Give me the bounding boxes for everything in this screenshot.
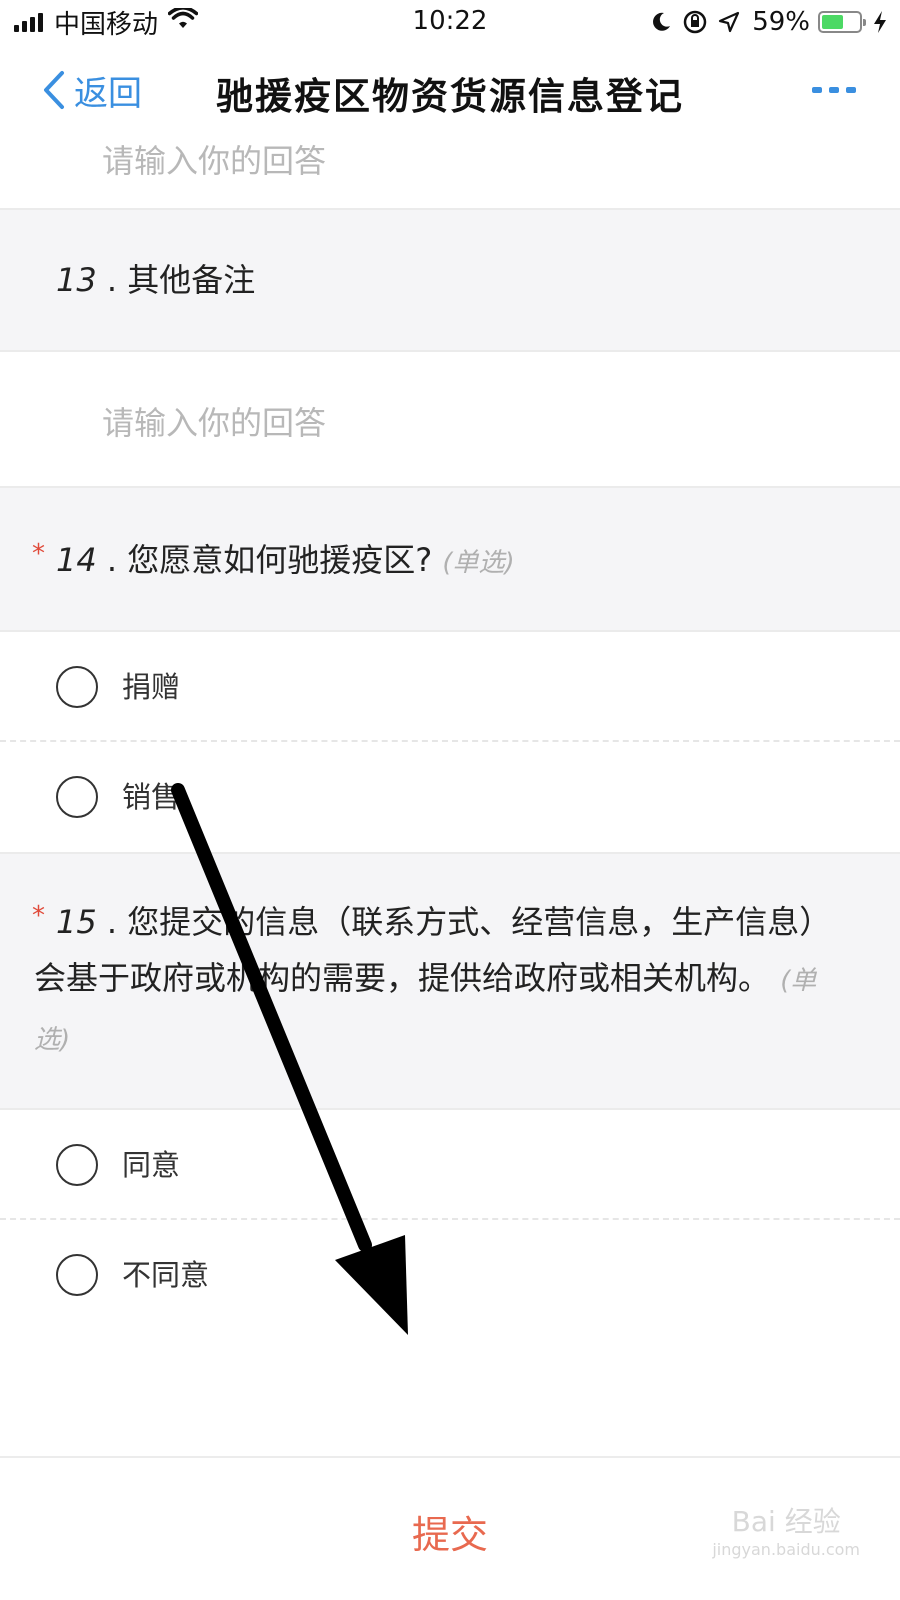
charging-icon	[872, 10, 888, 34]
option-donate[interactable]: 捐赠	[0, 632, 900, 742]
question-14: * 14 . 您愿意如何驰援疫区? (单选)	[0, 486, 900, 632]
question-13-answer-field[interactable]: 请输入你的回答	[0, 352, 900, 486]
status-right: 59%	[640, 6, 888, 38]
battery-icon	[818, 11, 866, 33]
battery-percent: 59%	[752, 7, 810, 37]
rotation-lock-icon	[682, 9, 708, 35]
required-marker: *	[32, 539, 45, 569]
question-15: * 15 . 您提交的信息（联系方式、经营信息，生产信息）会基于政府或机构的需要…	[0, 852, 900, 1110]
question-separator: .	[106, 541, 118, 579]
question-separator: .	[106, 261, 118, 299]
option-agree[interactable]: 同意	[0, 1110, 900, 1220]
nav-bar: 返回 驰援疫区物资货源信息登记	[0, 44, 900, 136]
option-sell[interactable]: 销售	[0, 742, 900, 852]
radio-button[interactable]	[56, 666, 98, 708]
radio-button[interactable]	[56, 1254, 98, 1296]
radio-button[interactable]	[56, 1144, 98, 1186]
question-number: 14	[56, 541, 97, 579]
question-15-title: * 15 . 您提交的信息（联系方式、经营信息，生产信息）会基于政府或机构的需要…	[32, 894, 830, 1068]
more-icon[interactable]	[812, 80, 856, 100]
question-text: 其他备注	[127, 261, 256, 299]
radio-button[interactable]	[56, 776, 98, 818]
status-bar: 中国移动 10:22 59%	[0, 0, 900, 44]
option-label: 销售	[122, 780, 181, 814]
question-separator: .	[106, 903, 118, 941]
answer-placeholder: 请输入你的回答	[102, 404, 327, 442]
option-label: 不同意	[122, 1258, 210, 1292]
prev-answer-field[interactable]: 请输入你的回答	[0, 136, 900, 216]
location-icon	[718, 11, 740, 33]
form-content[interactable]: 请输入你的回答 13 . 其他备注 请输入你的回答 * 14 . 您愿意如何驰援…	[0, 136, 900, 1456]
question-text: 您愿意如何驰援疫区?	[127, 541, 433, 579]
moon-icon	[650, 11, 672, 33]
question-hint: (单选)	[442, 548, 515, 578]
option-disagree[interactable]: 不同意	[0, 1220, 900, 1330]
question-number: 13	[56, 261, 97, 299]
watermark-brand: Bai 经验	[731, 1505, 841, 1538]
question-13-title: 13 . 其他备注	[56, 252, 840, 308]
watermark-url: jingyan.baidu.com	[712, 1540, 860, 1559]
question-14-title: * 14 . 您愿意如何驰援疫区? (单选)	[32, 532, 840, 591]
question-number: 15	[56, 903, 97, 941]
answer-placeholder: 请输入你的回答	[102, 142, 327, 180]
question-13: 13 . 其他备注	[0, 208, 900, 352]
question-text: 您提交的信息（联系方式、经营信息，生产信息）会基于政府或机构的需要，提供给政府或…	[34, 903, 816, 997]
option-label: 捐赠	[122, 670, 181, 704]
option-label: 同意	[122, 1148, 181, 1182]
watermark-logo: Bai 经验 jingyan.baidu.com	[712, 1500, 860, 1559]
required-marker: *	[32, 901, 45, 931]
page-title: 驰援疫区物资货源信息登记	[216, 75, 684, 118]
